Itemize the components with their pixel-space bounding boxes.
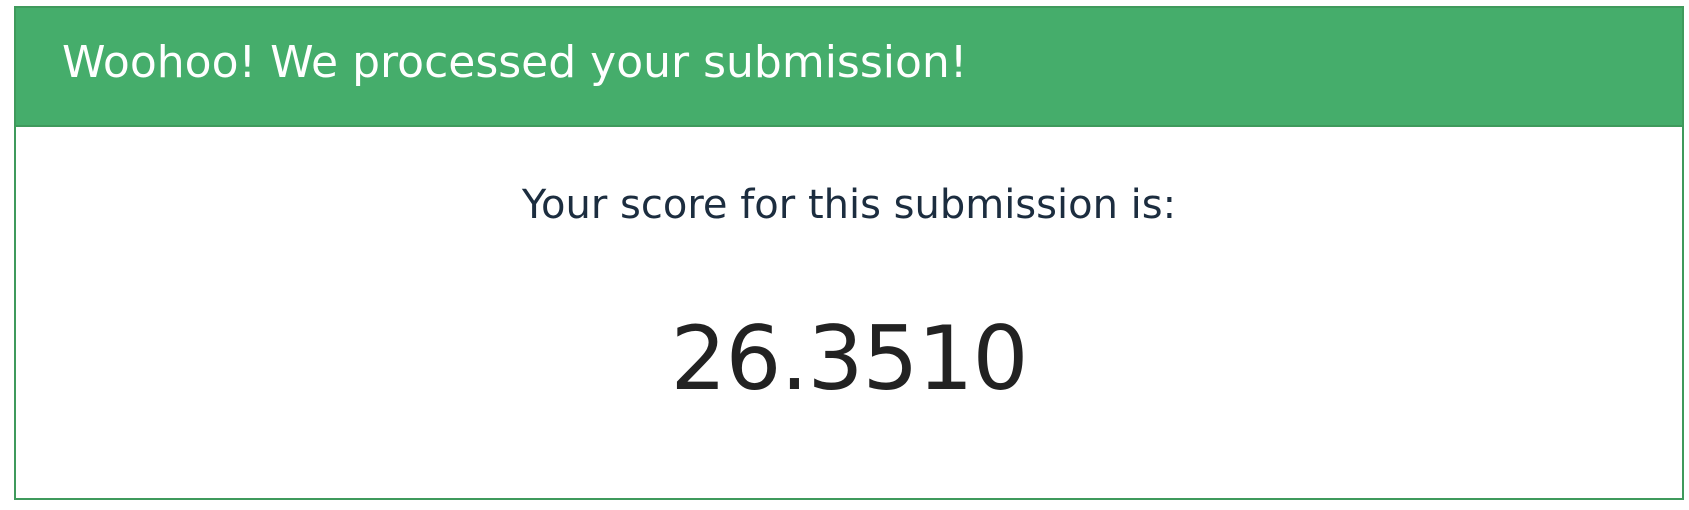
- score-label: Your score for this submission is:: [521, 182, 1177, 228]
- card-body: Your score for this submission is: 26.35…: [16, 127, 1682, 498]
- score-value: 26.3510: [670, 307, 1029, 410]
- submission-result-card: Woohoo! We processed your submission! Yo…: [14, 6, 1684, 500]
- card-header: Woohoo! We processed your submission!: [16, 8, 1682, 127]
- page-title: Woohoo! We processed your submission!: [62, 37, 968, 88]
